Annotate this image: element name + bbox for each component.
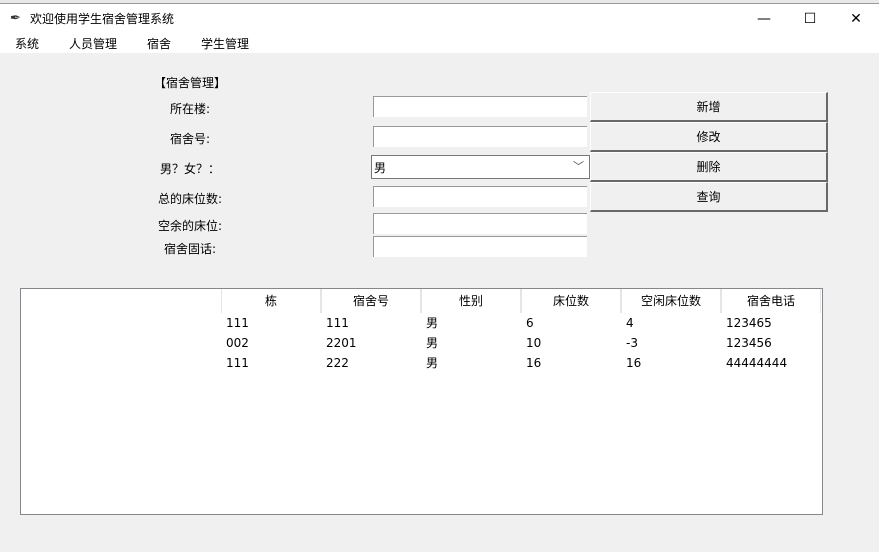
cell: 123456 <box>726 336 772 350</box>
cell: 16 <box>526 356 542 370</box>
menu-personnel[interactable]: 人员管理 <box>69 35 117 52</box>
title-bar: ✒ 欢迎使用学生宿舍管理系统 — ☐ ✕ <box>0 4 879 33</box>
gender-select[interactable]: 男 ﹀ <box>371 155 590 179</box>
window-title: 欢迎使用学生宿舍管理系统 <box>30 12 175 26</box>
feather-icon: ✒ <box>10 11 21 26</box>
menu-system[interactable]: 系统 <box>15 35 39 52</box>
table-header: 栋 宿舍号 性别 床位数 空闲床位数 宿舍电话 <box>221 289 821 313</box>
column-header[interactable]: 空闲床位数 <box>621 289 721 313</box>
cell: -3 <box>626 336 638 350</box>
minimize-button[interactable]: — <box>741 4 787 33</box>
cell: 男 <box>426 336 439 350</box>
phone-label: 宿舍固话: <box>163 242 217 256</box>
table-row[interactable]: 002 2201 男 10 -3 123456 <box>221 333 821 353</box>
total-beds-label: 总的床位数: <box>157 192 223 206</box>
menu-bar: 系统 人员管理 宿舍 学生管理 <box>0 33 879 53</box>
cell: 222 <box>326 356 349 370</box>
cell: 123465 <box>726 316 772 330</box>
cell: 16 <box>626 356 642 370</box>
column-header[interactable]: 宿舍电话 <box>721 289 821 313</box>
section-title: 【宿舍管理】 <box>153 76 226 90</box>
cell: 2201 <box>326 336 357 350</box>
menu-student[interactable]: 学生管理 <box>201 35 249 52</box>
building-input[interactable] <box>373 96 587 117</box>
maximize-button[interactable]: ☐ <box>787 4 833 33</box>
table-row[interactable]: 111 222 男 16 16 44444444 <box>221 353 821 373</box>
column-header[interactable]: 栋 <box>221 289 321 313</box>
cell: 44444444 <box>726 356 788 370</box>
add-button[interactable]: 新增 <box>590 92 828 122</box>
delete-button[interactable]: 删除 <box>590 152 828 182</box>
cell: 男 <box>426 316 439 330</box>
query-button[interactable]: 查询 <box>590 182 828 212</box>
column-header[interactable]: 性别 <box>421 289 521 313</box>
table-row[interactable]: 111 111 男 6 4 123465 <box>221 313 821 333</box>
gender-label: 男？女？： <box>159 162 220 176</box>
free-beds-label: 空余的床位: <box>157 219 223 233</box>
cell: 6 <box>526 316 534 330</box>
room-input[interactable] <box>373 126 587 147</box>
total-beds-input[interactable] <box>373 186 587 207</box>
gender-value: 男 <box>374 161 387 175</box>
menu-dorm[interactable]: 宿舍 <box>147 35 171 52</box>
column-header[interactable]: 宿舍号 <box>321 289 421 313</box>
building-label: 所在楼: <box>169 102 211 116</box>
column-header[interactable]: 床位数 <box>521 289 621 313</box>
cell: 002 <box>226 336 249 350</box>
cell: 4 <box>626 316 634 330</box>
close-button[interactable]: ✕ <box>833 4 879 33</box>
edit-button[interactable]: 修改 <box>590 122 828 152</box>
dorm-table[interactable]: 栋 宿舍号 性别 床位数 空闲床位数 宿舍电话 111 111 男 6 4 123465 … <box>20 288 823 515</box>
cell: 10 <box>526 336 542 350</box>
cell: 111 <box>226 356 249 370</box>
room-label: 宿舍号: <box>169 132 211 146</box>
cell: 111 <box>226 316 249 330</box>
chevron-down-icon: ﹀ <box>573 160 584 173</box>
cell: 男 <box>426 356 439 370</box>
cell: 111 <box>326 316 349 330</box>
phone-input[interactable] <box>373 236 587 257</box>
free-beds-input[interactable] <box>373 213 587 234</box>
